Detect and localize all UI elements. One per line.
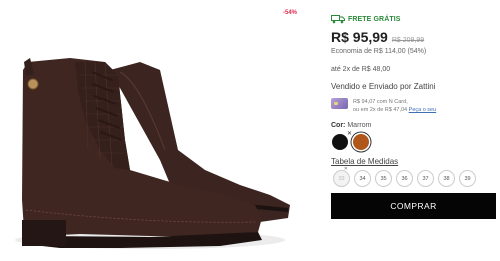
seller-text: Vendido e Enviado por Zattini (331, 82, 436, 91)
savings-text: Economia de R$ 114,00 (54%) (331, 48, 427, 55)
color-swatches: ✕ (332, 131, 369, 150)
logo-medallion (27, 78, 39, 90)
size-label: 35 (380, 175, 387, 182)
size-label: 38 (443, 175, 450, 182)
card-offer-line2: ou em 2x de R$ 47,04 Peça o seu (353, 106, 436, 114)
size-option[interactable]: 38 (438, 170, 455, 187)
color-label: Cor: Marrom (331, 122, 371, 129)
free-shipping-label: FRETE GRÁTIS (348, 15, 401, 23)
color-value: Marrom (347, 122, 372, 129)
credit-card-icon (331, 98, 348, 109)
card-offer: R$ 94,07 com N Card, ou em 2x de R$ 47,0… (331, 98, 436, 114)
product-image[interactable] (0, 0, 322, 261)
card-offer-link[interactable]: Peça o seu (409, 107, 437, 113)
buy-button[interactable]: COMPRAR (331, 193, 496, 219)
installments-text: até 2x de R$ 48,00 (331, 66, 391, 73)
size-option[interactable]: 34 (354, 170, 371, 187)
size-label: 33 (338, 175, 345, 182)
price-row: R$ 95,99 R$ 209,99 (331, 29, 424, 45)
old-price: R$ 209,99 (391, 37, 425, 44)
size-table-link[interactable]: Tabela de Medidas (331, 157, 398, 166)
size-label: 34 (359, 175, 366, 182)
size-label: 37 (422, 175, 429, 182)
size-label: 39 (464, 175, 471, 182)
size-option[interactable]: ✕ 33 (333, 166, 350, 187)
unavailable-icon: ✕ (346, 131, 352, 137)
size-option[interactable]: 35 (375, 170, 392, 187)
discount-badge: -54% (283, 10, 298, 16)
purchase-panel: FRETE GRÁTIS R$ 95,99 R$ 209,99 Economia… (331, 0, 500, 261)
card-offer-line2-text: ou em 2x de R$ 47,04 (353, 107, 408, 113)
size-option[interactable]: 36 (396, 170, 413, 187)
card-offer-line1: R$ 94,07 com N Card, (353, 99, 408, 105)
current-price: R$ 95,99 (331, 29, 388, 45)
truck-icon (331, 15, 345, 24)
size-option[interactable]: 37 (417, 170, 434, 187)
free-shipping: FRETE GRÁTIS (331, 14, 401, 24)
card-offer-text: R$ 94,07 com N Card, ou em 2x de R$ 47,0… (353, 98, 436, 114)
size-label: 36 (401, 175, 408, 182)
color-swatch-preto[interactable]: ✕ (332, 131, 352, 150)
size-options: ✕ 33 34 35 36 37 38 39 (333, 166, 476, 187)
unavailable-icon: ✕ (343, 166, 348, 172)
size-option[interactable]: 39 (459, 170, 476, 187)
color-label-prefix: Cor: (331, 122, 346, 129)
color-swatch-marrom[interactable] (353, 134, 369, 150)
